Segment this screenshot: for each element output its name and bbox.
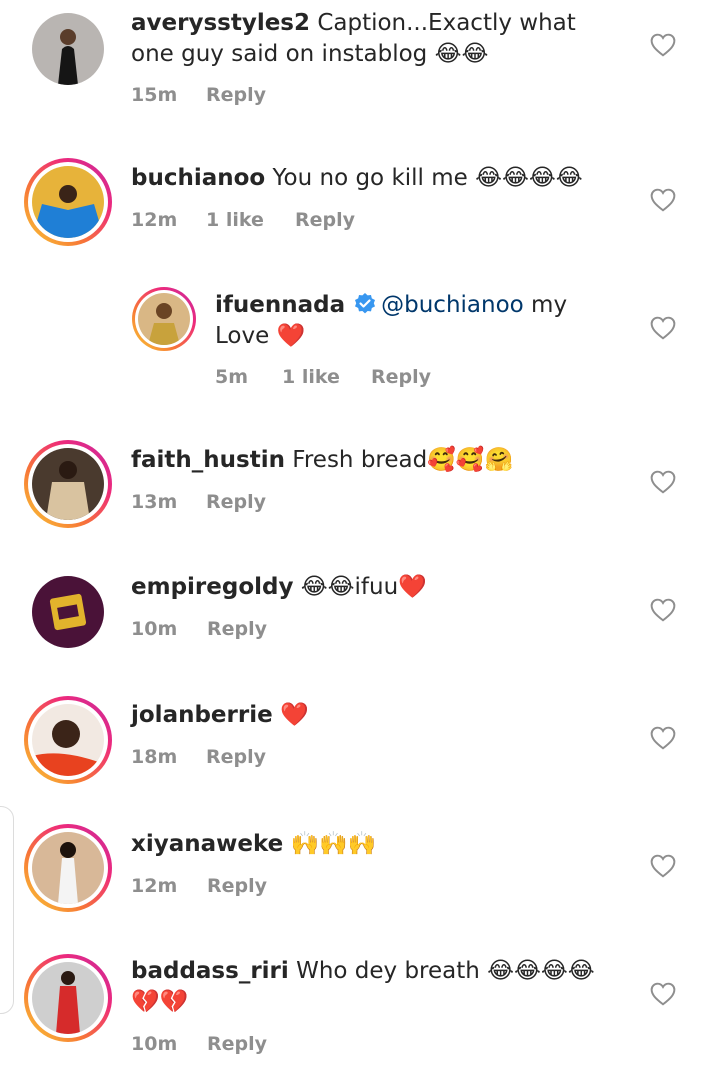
comment-row: buchianoo You no go kill me 😂😂😂😂 12m 1 li… <box>0 150 720 260</box>
comment-username[interactable]: jolanberrie <box>131 702 273 728</box>
reply-button[interactable]: Reply <box>371 366 431 388</box>
comment-username[interactable]: xiyanaweke <box>131 831 283 857</box>
comment-meta: 15m Reply <box>131 84 266 106</box>
comment-meta: 10m Reply <box>131 618 267 640</box>
like-heart-icon[interactable] <box>650 33 676 57</box>
comment-timestamp: 12m <box>131 209 178 231</box>
user-mention-link[interactable]: @buchianoo <box>381 292 524 318</box>
comment-meta: 18m Reply <box>131 746 266 768</box>
comment-body: jolanberrie ❤️ <box>131 700 611 731</box>
comment-row: jolanberrie ❤️ 18m Reply <box>0 690 720 800</box>
like-count[interactable]: 1 like <box>206 209 295 231</box>
like-heart-icon[interactable] <box>650 316 676 340</box>
comment-row: baddass_riri Who dey breath 😂😂😂😂💔💔 10m Re… <box>0 950 720 1077</box>
comment-username[interactable]: faith_hustin <box>131 447 285 473</box>
avatar[interactable] <box>24 824 112 912</box>
comment-body: ifuennada @buchianoo my Love ❤️ <box>215 290 625 352</box>
reply-button[interactable]: Reply <box>207 618 267 640</box>
comment-username[interactable]: buchianoo <box>131 165 265 191</box>
avatar[interactable] <box>24 954 112 1042</box>
verified-badge-icon <box>355 293 376 314</box>
comment-username[interactable]: baddass_riri <box>131 958 289 984</box>
comment-meta: 13m Reply <box>131 491 266 513</box>
avatar[interactable] <box>32 576 104 648</box>
comment-timestamp: 13m <box>131 491 178 513</box>
comment-row: xiyanaweke 🙌🙌🙌 12m Reply <box>0 820 720 930</box>
profile-photo-icon <box>32 832 104 904</box>
comment-text: ❤️ <box>280 702 309 728</box>
like-heart-icon[interactable] <box>650 188 676 212</box>
profile-photo-icon <box>32 13 104 85</box>
reply-button[interactable]: Reply <box>206 84 266 106</box>
reply-button[interactable]: Reply <box>206 491 266 513</box>
comment-body: buchianoo You no go kill me 😂😂😂😂 <box>131 163 611 194</box>
comment-timestamp: 12m <box>131 875 178 897</box>
profile-photo-icon <box>32 704 104 776</box>
comment-row: empiregoldy 😂😂ifuu❤️ 10m Reply <box>0 560 720 670</box>
comment-meta: 12m Reply <box>131 875 267 897</box>
comment-meta: 10m Reply <box>131 1033 267 1055</box>
like-heart-icon[interactable] <box>650 470 676 494</box>
like-count[interactable]: 1 like <box>282 366 371 388</box>
comment-timestamp: 5m <box>215 366 249 388</box>
like-heart-icon[interactable] <box>650 854 676 878</box>
reply-comment-row: ifuennada @buchianoo my Love ❤️ 5m 1 like… <box>0 280 720 400</box>
comment-timestamp: 18m <box>131 746 178 768</box>
like-heart-icon[interactable] <box>650 982 676 1006</box>
comment-meta: 5m 1 like Reply <box>215 366 431 388</box>
comment-body: faith_hustin Fresh bread🥰🥰🤗 <box>131 445 611 476</box>
comment-body: empiregoldy 😂😂ifuu❤️ <box>131 572 611 603</box>
avatar[interactable] <box>24 440 112 528</box>
like-heart-icon[interactable] <box>650 726 676 750</box>
profile-photo-icon <box>32 448 104 520</box>
reply-button[interactable]: Reply <box>206 746 266 768</box>
comments-list: averysstyles2 Caption...Exactly what one… <box>0 0 720 1077</box>
comment-username[interactable]: averysstyles2 <box>131 10 310 36</box>
brand-logo-icon <box>32 576 104 648</box>
edge-panel-handle[interactable] <box>0 806 14 1014</box>
reply-button[interactable]: Reply <box>207 875 267 897</box>
comment-text: You no go kill me 😂😂😂😂 <box>272 165 583 191</box>
comment-timestamp: 10m <box>131 1033 178 1055</box>
comment-username[interactable]: empiregoldy <box>131 574 293 600</box>
like-heart-icon[interactable] <box>650 598 676 622</box>
comment-text: 🙌🙌🙌 <box>290 831 377 857</box>
comment-body: baddass_riri Who dey breath 😂😂😂😂💔💔 <box>131 956 621 1018</box>
avatar[interactable] <box>132 287 196 351</box>
comment-body: xiyanaweke 🙌🙌🙌 <box>131 829 611 860</box>
reply-button[interactable]: Reply <box>295 209 355 231</box>
comment-timestamp: 10m <box>131 618 178 640</box>
reply-button[interactable]: Reply <box>207 1033 267 1055</box>
comment-row: averysstyles2 Caption...Exactly what one… <box>0 0 720 130</box>
comment-text: 😂😂ifuu❤️ <box>300 574 427 600</box>
profile-photo-icon <box>32 962 104 1034</box>
comment-text: Fresh bread🥰🥰🤗 <box>292 447 514 473</box>
comment-meta: 12m 1 like Reply <box>131 209 355 231</box>
profile-photo-icon <box>32 166 104 238</box>
comment-timestamp: 15m <box>131 84 178 106</box>
comment-username[interactable]: ifuennada <box>215 292 345 318</box>
profile-photo-icon <box>138 293 190 345</box>
comment-body: averysstyles2 Caption...Exactly what one… <box>131 8 611 70</box>
comment-row: faith_hustin Fresh bread🥰🥰🤗 13m Reply <box>0 430 720 540</box>
avatar[interactable] <box>32 13 104 85</box>
avatar[interactable] <box>24 158 112 246</box>
avatar[interactable] <box>24 696 112 784</box>
